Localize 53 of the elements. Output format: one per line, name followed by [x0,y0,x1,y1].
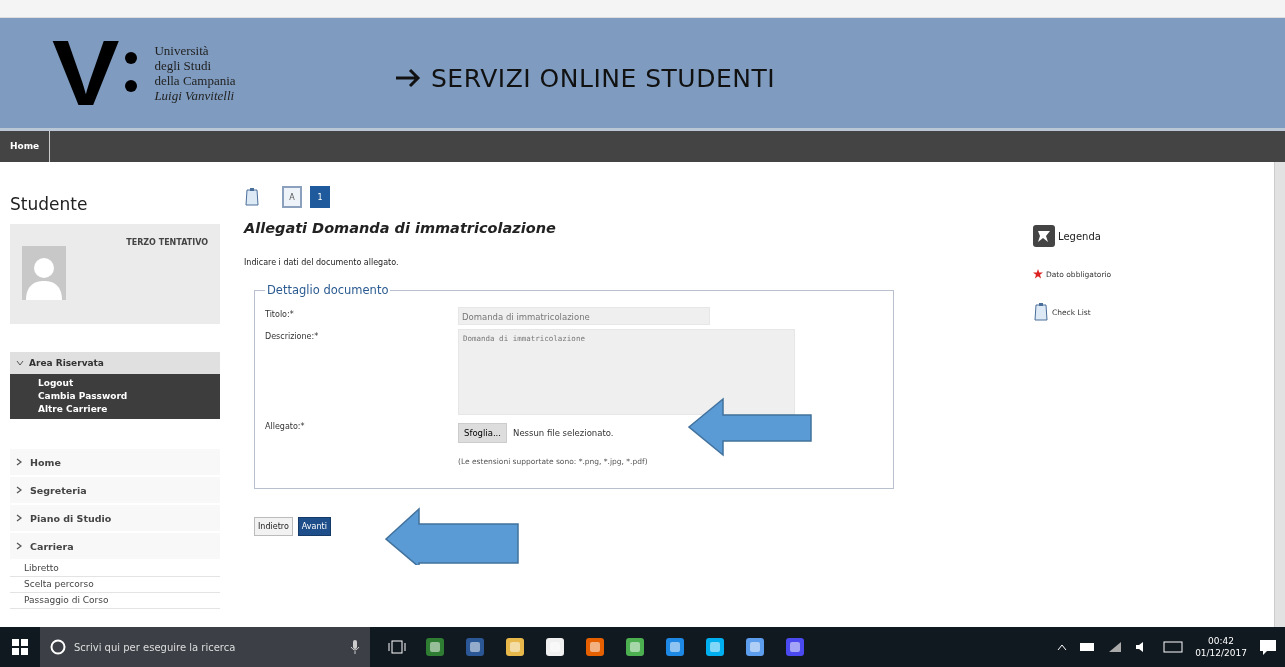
field-label: Descrizione:* [265,331,320,343]
star-icon [1033,269,1043,279]
taskbar-search-field[interactable]: Scrivi qui per eseguire la ricerca [40,627,370,667]
menu-link[interactable]: Altre Carriere [38,403,220,416]
user-name: TERZO TENTATIVO [126,238,208,247]
menu-item[interactable]: Segreteria [10,477,220,505]
circle-icon [50,639,66,655]
logo-text: Luigi Vanvitelli [154,88,236,103]
menu-item[interactable]: Piano di Studio [10,505,220,533]
task-view-icon[interactable] [388,639,406,655]
section-header[interactable]: Area Riservata [10,352,220,374]
instruction-text: Indicare i dati del documento allegato. [244,258,400,267]
menu-item[interactable]: Home [10,449,220,477]
notification-icon[interactable] [1259,638,1277,656]
field-label: Titolo:* [265,309,295,321]
page-title: Allegati Domanda di immatricolazione [244,220,557,236]
logo-text: Università [154,43,210,58]
clipboard-icon [244,187,260,207]
site-title: SERVIZI ONLINE STUDENTI [431,63,776,93]
back-button[interactable]: Indietro [254,517,293,536]
next-button[interactable]: Avanti [297,517,331,536]
arrow-right-icon [395,68,421,88]
legend-title: Legenda [1058,230,1101,242]
scrollbar[interactable] [1274,162,1285,627]
microphone-icon [350,639,360,655]
file-status: Nessun file selezionato. [513,428,614,438]
logo-text: della Campania [154,73,236,88]
step-tab[interactable]: 1 [310,186,330,208]
menu-link[interactable]: Logout [38,377,220,390]
chevron-right-icon [16,542,22,550]
nav-link[interactable]: Home [0,131,51,162]
chevron-right-icon [16,514,22,522]
sidebar-title: Studente [10,193,89,216]
submenu-link[interactable]: Passaggio di Corso [10,593,220,609]
logo-text: degli Studi [154,58,213,73]
clock[interactable]: 00:42 01/12/2017 [1195,635,1247,659]
menu-item[interactable]: Carriera [10,533,220,561]
clipboard-icon [1033,302,1049,322]
fieldset-legend: Dettaglio documento [265,283,391,297]
chevron-down-icon [16,360,24,366]
menu-link[interactable]: Cambia Password [38,390,220,403]
avatar-icon [22,246,66,300]
step-tab[interactable]: A [282,186,302,208]
chevron-right-icon [16,458,22,466]
chevron-right-icon [16,486,22,494]
chevron-up-icon[interactable] [1057,643,1068,651]
signal-icon[interactable] [1107,641,1124,653]
submenu-link[interactable]: Scelta percorso [10,577,220,593]
submenu-link[interactable]: Libretto [10,561,220,577]
logo-letter: V [51,33,120,113]
field-label: Allegato:* [265,421,306,433]
windows-logo-icon[interactable] [12,639,28,655]
browse-button[interactable]: Sfoglia... [458,423,508,443]
